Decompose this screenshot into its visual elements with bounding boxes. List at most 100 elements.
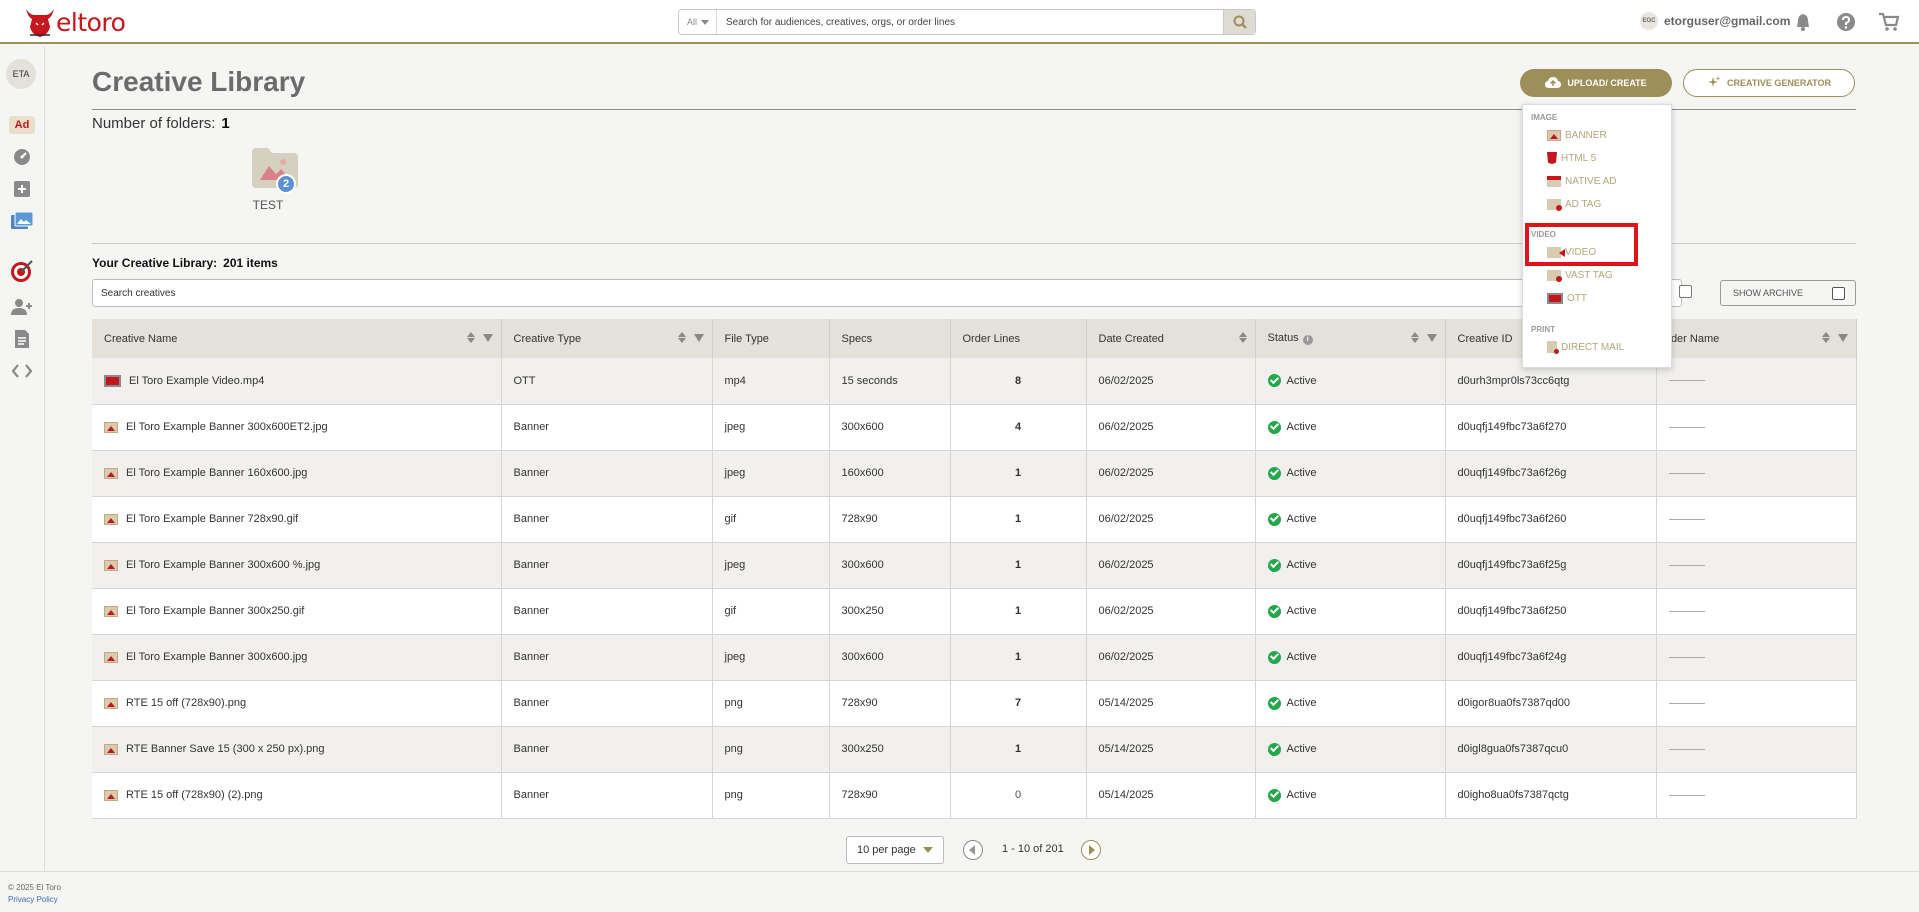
- creative-name[interactable]: El Toro Example Banner 160x600.jpg: [126, 467, 307, 479]
- creative-search-input[interactable]: [92, 279, 1682, 307]
- menu-item-banner[interactable]: BANNER: [1547, 127, 1607, 143]
- next-page-button[interactable]: [1081, 840, 1101, 860]
- logo[interactable]: eltoro: [22, 4, 126, 40]
- filter-icon[interactable]: [1426, 333, 1437, 342]
- creative-name[interactable]: El Toro Example Banner 300x600.jpg: [126, 651, 307, 663]
- cell-creative-type: Banner: [501, 680, 713, 727]
- info-icon[interactable]: i: [1302, 334, 1313, 345]
- cart-button[interactable]: [1877, 10, 1901, 34]
- notifications-button[interactable]: [1791, 10, 1815, 34]
- menu-item-ott[interactable]: OTT: [1547, 290, 1587, 306]
- header-status[interactable]: Status i: [1255, 319, 1446, 358]
- sort-icon[interactable]: [1410, 332, 1419, 343]
- search-button[interactable]: [1223, 10, 1255, 34]
- show-archive-checkbox[interactable]: [1832, 286, 1845, 300]
- table-row[interactable]: El Toro Example Banner 300x600 %.jpg Bann…: [92, 542, 1857, 589]
- prev-page-button[interactable]: [963, 840, 983, 860]
- ott-icon: [104, 374, 121, 387]
- table-row[interactable]: El Toro Example Banner 160x600.jpg Banner…: [92, 450, 1857, 497]
- creative-name[interactable]: RTE Banner Save 15 (300 x 250 px).png: [126, 743, 325, 755]
- rail-add[interactable]: [8, 176, 36, 202]
- filter-icon[interactable]: [693, 333, 704, 342]
- help-button[interactable]: [1834, 10, 1858, 34]
- sort-icon[interactable]: [1238, 332, 1247, 343]
- table-row[interactable]: El Toro Example Banner 300x250.gif Banner…: [92, 588, 1857, 635]
- privacy-policy-link[interactable]: Privacy Policy: [8, 894, 61, 906]
- menu-item-native-ad[interactable]: NATIVE AD: [1547, 173, 1617, 189]
- cell-creative-name[interactable]: El Toro Example Banner 300x600ET2.jpg: [92, 404, 502, 451]
- cell-specs: 300x250: [829, 588, 951, 635]
- cell-status: Active: [1255, 680, 1446, 727]
- cell-creative-name[interactable]: El Toro Example Banner 300x600 %.jpg: [92, 542, 502, 589]
- rail-reports[interactable]: [8, 326, 36, 352]
- cell-creative-name[interactable]: RTE 15 off (728x90).png: [92, 680, 502, 727]
- cell-order-lines[interactable]: 4: [950, 404, 1087, 451]
- status-text: Active: [1286, 421, 1317, 433]
- table-row[interactable]: El Toro Example Banner 728x90.gif Banner g…: [92, 496, 1857, 543]
- header-creative-name[interactable]: Creative Name: [92, 319, 502, 358]
- header-date-created[interactable]: Date Created: [1086, 319, 1256, 358]
- top-bar: eltoro All EGC etorguser@gmail.com: [0, 0, 1919, 44]
- header-folder-name[interactable]: lder Name: [1656, 319, 1857, 358]
- header-creative-type[interactable]: Creative Type: [501, 319, 713, 358]
- cell-order-lines[interactable]: 1: [950, 496, 1087, 543]
- filter-icon[interactable]: [482, 333, 493, 342]
- filter-icon[interactable]: [1837, 333, 1848, 342]
- table-row[interactable]: El Toro Example Banner 300x600.jpg Banner…: [92, 634, 1857, 681]
- sort-icon[interactable]: [1821, 332, 1830, 343]
- creative-name[interactable]: RTE 15 off (728x90) (2).png: [126, 789, 263, 801]
- cell-creative-name[interactable]: El Toro Example Video.mp4: [92, 358, 502, 405]
- global-search-input[interactable]: [717, 16, 1223, 28]
- rail-code[interactable]: [8, 358, 36, 384]
- creative-name[interactable]: El Toro Example Banner 300x600ET2.jpg: [126, 421, 328, 433]
- rail-targeting[interactable]: [8, 258, 36, 284]
- cell-creative-name[interactable]: El Toro Example Banner 160x600.jpg: [92, 450, 502, 497]
- table-row[interactable]: RTE 15 off (728x90) (2).png Banner png 728x…: [92, 772, 1857, 819]
- cell-order-lines[interactable]: 1: [950, 726, 1087, 773]
- sort-icon[interactable]: [677, 332, 686, 343]
- rail-creatives[interactable]: [8, 208, 36, 234]
- menu-item-ad-tag[interactable]: AD TAG: [1547, 196, 1601, 212]
- creative-name[interactable]: El Toro Example Banner 300x250.gif: [126, 605, 304, 617]
- rail-add-user[interactable]: [8, 294, 36, 320]
- per-page-select[interactable]: 10 per page: [846, 836, 944, 864]
- folder-name[interactable]: TEST: [237, 198, 299, 212]
- cell-creative-name[interactable]: RTE 15 off (728x90) (2).png: [92, 772, 502, 819]
- cell-order-lines[interactable]: 8: [950, 358, 1087, 405]
- cell-order-lines[interactable]: 1: [950, 542, 1087, 589]
- sort-icon[interactable]: [466, 332, 475, 343]
- show-archive-toggle[interactable]: SHOW ARCHIVE: [1720, 280, 1856, 306]
- page-range: 1 - 10 of 201: [1002, 843, 1064, 855]
- table-row[interactable]: El Toro Example Banner 300x600ET2.jpg Ban…: [92, 404, 1857, 451]
- upload-create-button[interactable]: UPLOAD/ CREATE: [1520, 69, 1672, 97]
- user-menu[interactable]: EGC etorguser@gmail.com: [1640, 12, 1790, 30]
- creative-name[interactable]: El Toro Example Banner 300x600 %.jpg: [126, 559, 320, 571]
- menu-item-direct-mail[interactable]: DIRECT MAIL: [1547, 339, 1624, 355]
- filter-checkbox[interactable]: [1679, 285, 1692, 298]
- cell-creative-name[interactable]: El Toro Example Banner 728x90.gif: [92, 496, 502, 543]
- cell-order-lines[interactable]: 7: [950, 680, 1087, 727]
- cell-creative-name[interactable]: RTE Banner Save 15 (300 x 250 px).png: [92, 726, 502, 773]
- library-count: Your Creative Library: 201 items: [92, 256, 278, 270]
- check-circle-icon: [1267, 512, 1281, 526]
- rail-ads[interactable]: Ad: [8, 112, 36, 138]
- cell-order-lines[interactable]: 1: [950, 588, 1087, 635]
- table-row[interactable]: RTE Banner Save 15 (300 x 250 px).png Ban…: [92, 726, 1857, 773]
- search-scope-select[interactable]: All: [679, 10, 717, 34]
- creative-name[interactable]: El Toro Example Banner 728x90.gif: [126, 513, 298, 525]
- creative-name[interactable]: El Toro Example Video.mp4: [129, 375, 264, 387]
- cell-order-lines[interactable]: 1: [950, 634, 1087, 681]
- creative-generator-button[interactable]: CREATIVE GENERATOR: [1683, 69, 1855, 97]
- table-row[interactable]: RTE 15 off (728x90).png Banner png 728x90 7 0…: [92, 680, 1857, 727]
- cell-order-lines[interactable]: 1: [950, 450, 1087, 497]
- menu-item-html5[interactable]: HTML 5: [1547, 150, 1596, 166]
- cell-creative-name[interactable]: El Toro Example Banner 300x600.jpg: [92, 634, 502, 681]
- creative-name[interactable]: RTE 15 off (728x90).png: [126, 697, 246, 709]
- rail-dashboard[interactable]: [8, 144, 36, 170]
- cell-order-lines[interactable]: 0: [950, 772, 1087, 819]
- cell-creative-name[interactable]: El Toro Example Banner 300x250.gif: [92, 588, 502, 635]
- org-avatar[interactable]: ETA: [6, 59, 36, 89]
- cell-folder-name: [1656, 588, 1857, 635]
- menu-item-vast-tag[interactable]: VAST TAG: [1547, 267, 1613, 283]
- folder-test[interactable]: [245, 148, 305, 193]
